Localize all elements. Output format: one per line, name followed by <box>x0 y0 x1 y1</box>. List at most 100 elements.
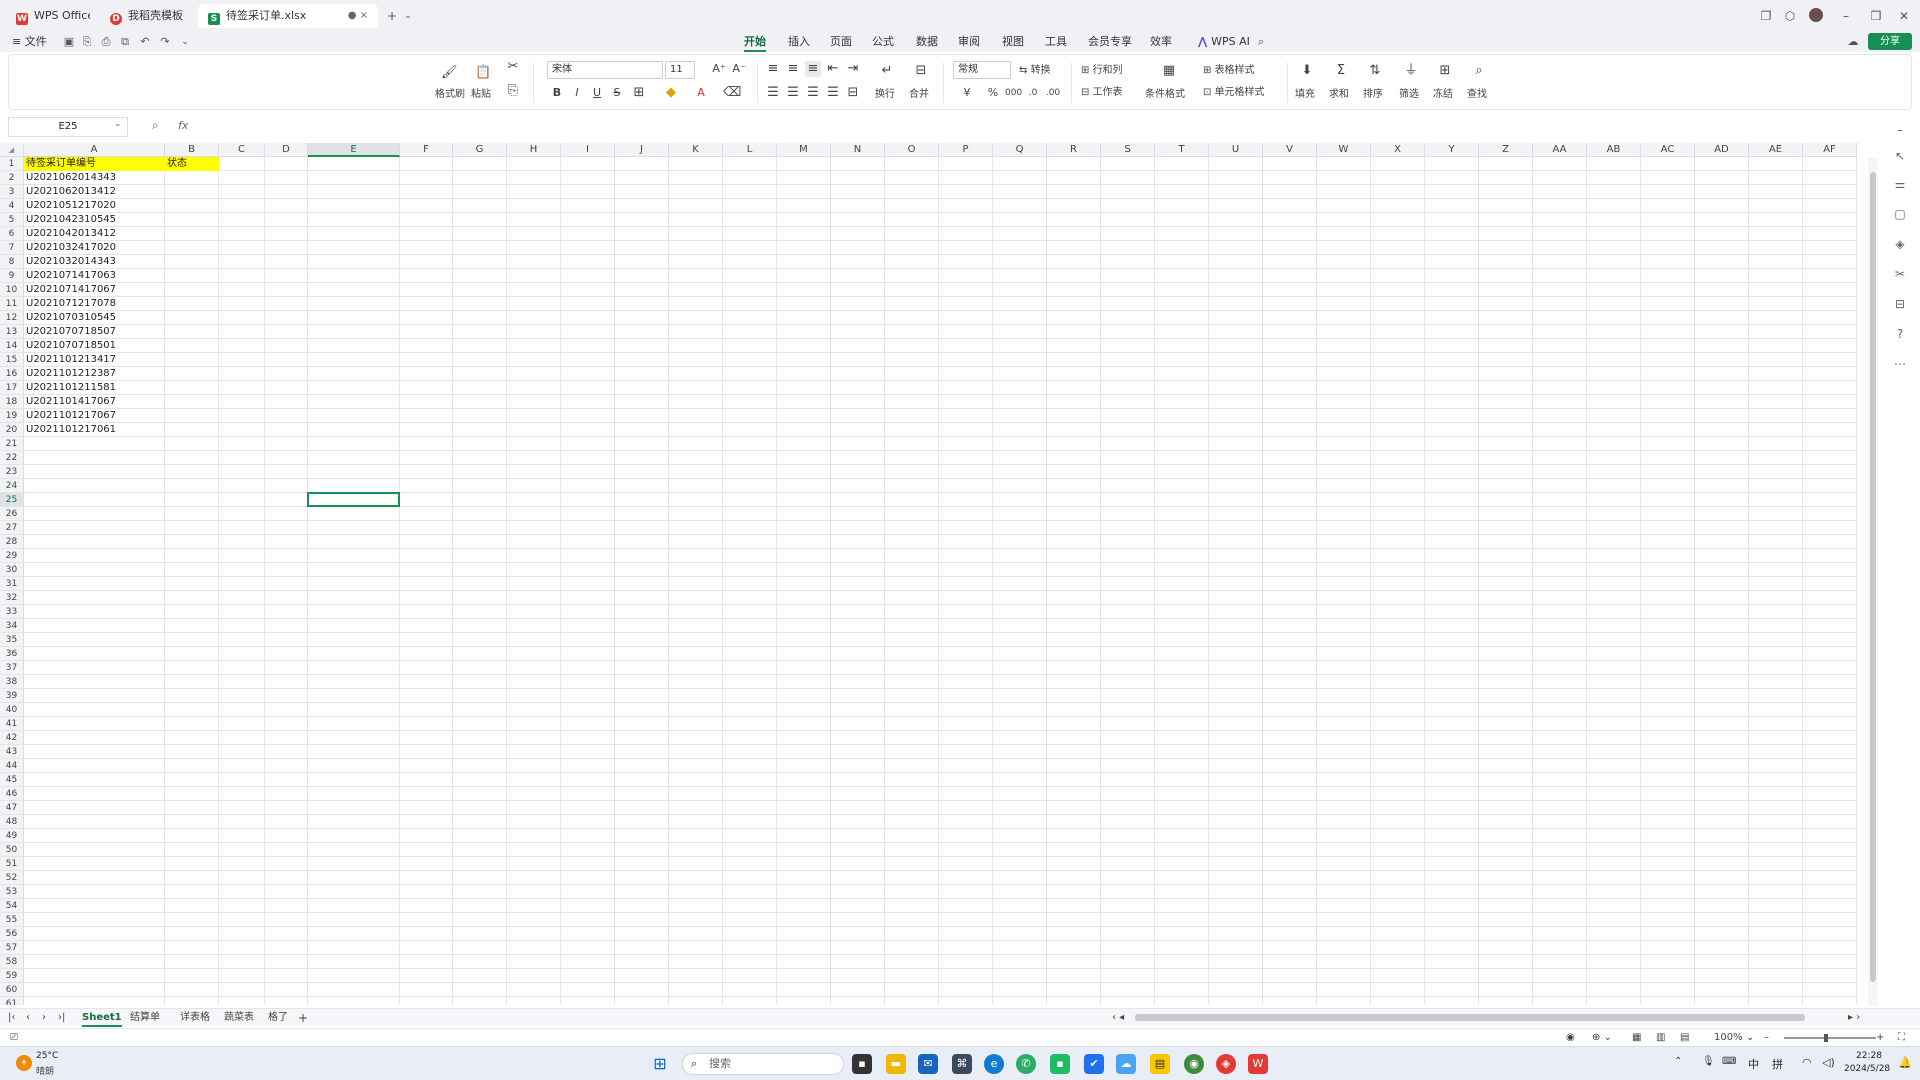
row-header-38[interactable]: 38 <box>0 675 24 689</box>
cloud-drive-icon[interactable]: ☁ <box>1116 1054 1136 1074</box>
column-header-o[interactable]: O <box>885 143 939 157</box>
page-break-icon[interactable]: ▤ <box>1680 1029 1689 1047</box>
view-toggle-icon[interactable]: ⊕ ⌄ <box>1592 1029 1612 1047</box>
cell-a15[interactable]: U2021101213417 <box>24 353 165 367</box>
notification-icon[interactable]: 🔔 <box>1898 1056 1912 1069</box>
row-header-30[interactable]: 30 <box>0 563 24 577</box>
row-header-54[interactable]: 54 <box>0 899 24 913</box>
row-header-10[interactable]: 10 <box>0 283 24 297</box>
scroll-left-icon[interactable]: ‹ ◂ <box>1112 1009 1124 1027</box>
column-header-z[interactable]: Z <box>1479 143 1533 157</box>
sheet-tab-4[interactable]: 蔬菜表 <box>224 1009 254 1027</box>
row-header-28[interactable]: 28 <box>0 535 24 549</box>
row-header-16[interactable]: 16 <box>0 367 24 381</box>
sort-icon[interactable]: ⇅ <box>1367 63 1383 79</box>
normal-view-icon[interactable]: ▦ <box>1632 1029 1641 1047</box>
table-style-button[interactable]: ⊞ 表格样式 <box>1203 65 1255 77</box>
decrease-decimal-icon[interactable]: .00 <box>1045 85 1061 101</box>
export-pdf-icon[interactable]: ⎘ <box>80 35 94 49</box>
align-middle-icon[interactable]: ≡ <box>785 61 801 77</box>
row-header-27[interactable]: 27 <box>0 521 24 535</box>
cell-a6[interactable]: U2021042013412 <box>24 227 165 241</box>
scroll-right-icon[interactable]: ▸ › <box>1848 1009 1860 1027</box>
column-header-aa[interactable]: AA <box>1533 143 1587 157</box>
column-header-w[interactable]: W <box>1317 143 1371 157</box>
row-header-48[interactable]: 48 <box>0 815 24 829</box>
row-header-6[interactable]: 6 <box>0 227 24 241</box>
clock-time[interactable]: 22:28 <box>1856 1051 1882 1061</box>
font-size-select[interactable]: 11 <box>665 61 695 79</box>
underline-icon[interactable]: U <box>589 85 605 101</box>
row-header-46[interactable]: 46 <box>0 787 24 801</box>
row-header-39[interactable]: 39 <box>0 689 24 703</box>
row-header-31[interactable]: 31 <box>0 577 24 591</box>
column-header-v[interactable]: V <box>1263 143 1317 157</box>
row-header-47[interactable]: 47 <box>0 801 24 815</box>
align-right-icon[interactable]: ☰ <box>805 85 821 101</box>
column-header-r[interactable]: R <box>1047 143 1101 157</box>
wifi-icon[interactable]: ◠ <box>1802 1056 1812 1069</box>
thousands-icon[interactable]: 000 <box>1005 85 1022 101</box>
border-icon[interactable]: ⊞ <box>631 85 647 101</box>
vpn-icon[interactable]: ⌘ <box>952 1054 972 1074</box>
row-header-13[interactable]: 13 <box>0 325 24 339</box>
tab-page[interactable]: 页面 <box>830 32 852 52</box>
tab-review[interactable]: 审阅 <box>958 32 980 52</box>
column-header-s[interactable]: S <box>1101 143 1155 157</box>
cell-a8[interactable]: U2021032014343 <box>24 255 165 269</box>
increase-font-icon[interactable]: A⁺ <box>711 61 727 77</box>
cell-style-button[interactable]: ⊡ 单元格样式 <box>1203 87 1265 99</box>
horizontal-scroll-thumb[interactable] <box>1135 1014 1805 1021</box>
row-header-22[interactable]: 22 <box>0 451 24 465</box>
row-header-36[interactable]: 36 <box>0 647 24 661</box>
keyboard-icon[interactable]: ⌨ <box>1722 1056 1736 1067</box>
clear-format-icon[interactable]: ⌫ <box>723 85 741 101</box>
row-header-60[interactable]: 60 <box>0 983 24 997</box>
cell-a16[interactable]: U2021101212387 <box>24 367 165 381</box>
format-painter-button[interactable]: 格式刷 <box>435 89 465 101</box>
zoom-formula-icon[interactable]: ⌕ <box>152 118 159 133</box>
zoom-in-icon[interactable]: + <box>1876 1029 1884 1047</box>
indent-decrease-icon[interactable]: ⇤ <box>825 61 841 77</box>
merge-cells-icon[interactable]: ⊟ <box>913 63 929 79</box>
column-header-ad[interactable]: AD <box>1695 143 1749 157</box>
bold-icon[interactable]: B <box>549 85 565 101</box>
row-header-59[interactable]: 59 <box>0 969 24 983</box>
save-icon[interactable]: ▣ <box>62 35 76 49</box>
print-preview-icon[interactable]: ⧉ <box>118 35 132 49</box>
map-icon[interactable]: ◈ <box>1216 1054 1236 1074</box>
tab-view[interactable]: 视图 <box>1002 32 1024 52</box>
cell-a13[interactable]: U2021070718507 <box>24 325 165 339</box>
row-header-42[interactable]: 42 <box>0 731 24 745</box>
properties-icon[interactable]: ⚌ <box>1892 176 1908 192</box>
redo-icon[interactable]: ↷ <box>158 35 172 49</box>
mic-icon[interactable]: 🎙 <box>1702 1056 1715 1067</box>
row-header-50[interactable]: 50 <box>0 843 24 857</box>
next-sheet-icon[interactable]: › <box>42 1009 46 1027</box>
row-header-21[interactable]: 21 <box>0 437 24 451</box>
paste-icon[interactable]: 📋 <box>475 65 491 81</box>
chart-icon[interactable]: ◈ <box>1892 236 1908 252</box>
column-header-n[interactable]: N <box>831 143 885 157</box>
zoom-chevron-icon[interactable]: ⌄ <box>1746 1029 1754 1047</box>
cell-a3[interactable]: U2021062013412 <box>24 185 165 199</box>
sheet-tab-2[interactable]: 结算单 <box>130 1009 160 1027</box>
align-top-icon[interactable]: ≡ <box>765 61 781 77</box>
row-header-45[interactable]: 45 <box>0 773 24 787</box>
column-header-b[interactable]: B <box>165 143 219 157</box>
sheet-tab-5[interactable]: 格了 <box>268 1009 288 1027</box>
fill-icon[interactable]: ⬇ <box>1299 63 1315 79</box>
clock-date[interactable]: 2024/5/28 <box>1844 1064 1890 1074</box>
minimize-icon[interactable]: – <box>1836 6 1856 26</box>
edge-browser-icon[interactable]: e <box>984 1054 1004 1074</box>
vertical-scrollbar[interactable] <box>1868 158 1878 1006</box>
column-header-l[interactable]: L <box>723 143 777 157</box>
column-header-f[interactable]: F <box>400 143 453 157</box>
selected-cell-e25[interactable] <box>307 492 400 507</box>
freeze-button[interactable]: 冻结 <box>1433 89 1453 101</box>
row-header-43[interactable]: 43 <box>0 745 24 759</box>
sheet-tab-sheet1[interactable]: Sheet1 <box>82 1009 122 1027</box>
wechat-icon[interactable]: ✆ <box>1016 1054 1036 1074</box>
start-icon[interactable]: ⊞ <box>650 1054 670 1074</box>
fill-button[interactable]: 填充 <box>1295 89 1315 101</box>
